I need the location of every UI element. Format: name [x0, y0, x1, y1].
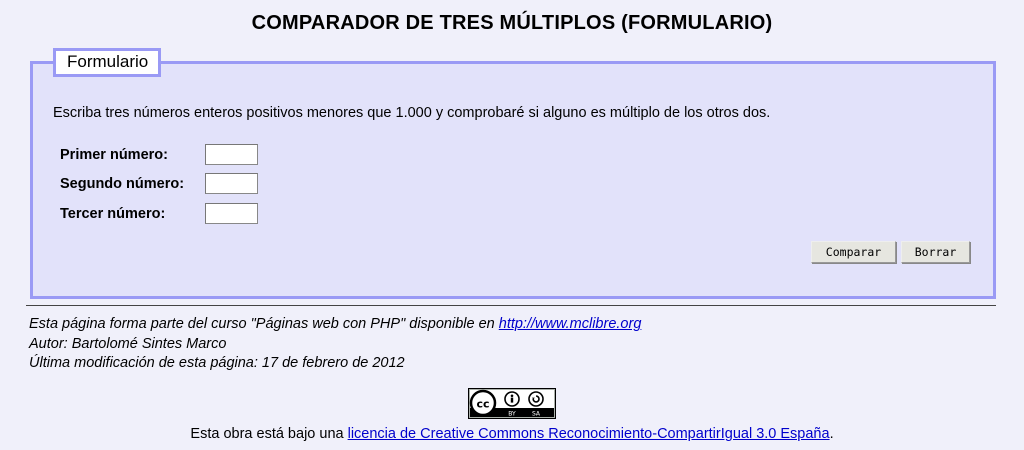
license-link[interactable]: licencia de Creative Commons Reconocimie… [348, 426, 830, 442]
footer-author: Autor: Bartolomé Sintes Marco [29, 336, 227, 352]
footer-course-text: Esta página forma parte del curso "Págin… [29, 316, 499, 332]
mclibre-link[interactable]: http://www.mclibre.org [499, 316, 642, 332]
reset-button[interactable]: Borrar [901, 241, 970, 263]
license-suffix: . [829, 426, 834, 442]
first-number-input[interactable] [205, 144, 258, 165]
compare-button[interactable]: Comparar [811, 241, 896, 263]
third-number-input[interactable] [205, 203, 258, 224]
second-number-label: Segundo número: [60, 176, 185, 192]
creative-commons-badge-icon[interactable]: cc BY SA [468, 388, 556, 419]
cc-by-text: BY [508, 411, 516, 418]
cc-sa-text: SA [532, 411, 541, 418]
page-title: COMPARADOR DE TRES MÚLTIPLOS (FORMULARIO… [251, 12, 773, 34]
svg-text:cc: cc [476, 398, 489, 411]
form-intro-text: Escriba tres números enteros positivos m… [53, 105, 771, 121]
license-prefix: Esta obra está bajo una [190, 426, 348, 442]
third-number-label: Tercer número: [60, 206, 166, 222]
footer-course-line: Esta página forma parte del curso "Págin… [29, 315, 641, 333]
second-number-input[interactable] [205, 173, 258, 194]
form-legend: Formulario [53, 48, 162, 77]
license-line: Esta obra está bajo una licencia de Crea… [0, 425, 1024, 443]
first-number-label: Primer número: [60, 147, 168, 163]
cc-badge-graphic: cc BY SA [469, 389, 555, 418]
footer-last-modified: Última modificación de esta página: 17 d… [29, 355, 405, 371]
footer-divider [26, 305, 996, 306]
